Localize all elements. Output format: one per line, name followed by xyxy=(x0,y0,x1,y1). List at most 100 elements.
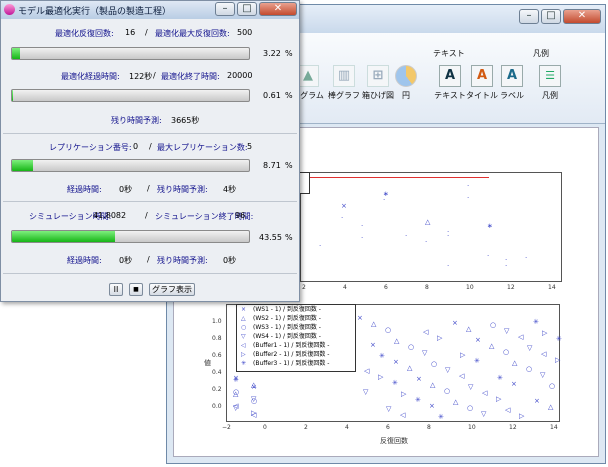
text-icon: A xyxy=(439,65,461,87)
upper-x-tick: 4 xyxy=(343,284,347,291)
data-point: ▷ xyxy=(496,395,502,403)
data-point: × xyxy=(511,380,517,388)
data-point: × xyxy=(416,375,422,383)
title-button[interactable]: A タイトル xyxy=(465,65,499,101)
percent-sign: % xyxy=(285,161,293,170)
data-point: × xyxy=(370,341,376,349)
legend-marker: × xyxy=(241,306,247,313)
data-point: ▷ xyxy=(401,390,407,398)
bar-chart-icon: ▥ xyxy=(333,65,355,87)
title-icon: A xyxy=(471,65,493,87)
graph-display-button[interactable]: グラフ表示 xyxy=(149,283,195,296)
data-point: ✳ xyxy=(379,352,385,360)
data-point: ▽ xyxy=(540,371,546,379)
dialog-title: モデル最適化実行（製品の製造工程） xyxy=(18,7,172,17)
data-point: △ xyxy=(233,390,239,398)
text-button[interactable]: A テキスト xyxy=(433,65,467,101)
replication-progress-percent: 8.71 xyxy=(263,161,281,170)
separator-slash: / xyxy=(153,71,156,80)
rep-elapsed-label: 経過時間: xyxy=(67,185,102,194)
data-point: ◁ xyxy=(364,367,370,375)
dialog-close-button[interactable]: ✕ xyxy=(259,2,297,16)
data-point: ▷ xyxy=(542,329,548,337)
legend-entry: ▽ (WS4 - 1) / 到反復回数 - xyxy=(237,332,355,341)
histogram-icon: ▲ xyxy=(297,65,319,87)
optimization-dialog: モデル最適化実行（製品の製造工程） – □ ✕ 最適化反復回数: 16 / 最適… xyxy=(0,0,300,302)
data-point: ▷ xyxy=(519,412,525,420)
data-point: × xyxy=(475,336,481,344)
data-point: ✳ xyxy=(497,374,503,382)
data-point: ○ xyxy=(503,348,510,356)
upper-x-tick: 2 xyxy=(302,284,306,291)
time-progress-bar xyxy=(11,89,250,102)
legend-label: (WS1 - 1) / 到反復回数 - xyxy=(253,306,321,313)
legend-label: (Buffer2 - 1) / 到反復回数 - xyxy=(253,351,330,358)
opt-iter-label: 最適化反復回数: xyxy=(55,29,114,38)
percent-sign: % xyxy=(285,49,293,58)
data-point: × xyxy=(341,202,347,210)
label-icon: A xyxy=(501,65,523,87)
separator-slash: / xyxy=(147,255,150,264)
data-point: ✳ xyxy=(233,376,239,384)
pie-button[interactable]: 円 xyxy=(389,65,423,101)
dialog-minimize-button[interactable]: – xyxy=(215,2,235,16)
bar-graph-label: 棒グラフ xyxy=(328,91,360,100)
lower-x-tick: 10 xyxy=(468,424,476,431)
upper-x-tick: 12 xyxy=(507,284,515,291)
simulation-progress-fill xyxy=(12,231,116,242)
legend-label: (WS2 - 1) / 到反復回数 - xyxy=(253,315,321,322)
upper-x-tick: 14 xyxy=(548,284,556,291)
legend-entry: ○ (WS3 - 1) / 到反復回数 - xyxy=(237,323,355,332)
data-point: ○ xyxy=(431,360,438,368)
data-point: ▷ xyxy=(378,373,384,381)
minimize-button[interactable]: – xyxy=(519,9,539,24)
elapsed-time-value: 122秒 xyxy=(129,72,153,81)
lower-x-tick: 4 xyxy=(345,424,349,431)
data-point: ○ xyxy=(444,387,451,395)
lower-y-tick: 0.4 xyxy=(212,369,222,376)
legend-button[interactable]: ☰ 凡例 xyxy=(533,65,567,101)
iteration-progress-fill xyxy=(12,48,20,59)
lower-x-tick: 14 xyxy=(550,424,558,431)
data-point: △ xyxy=(453,398,459,406)
lower-y-tick: 0.6 xyxy=(212,352,222,359)
remaining-time-label: 残り時間予測: xyxy=(111,116,162,125)
pause-button[interactable]: II xyxy=(109,283,123,296)
app-icon xyxy=(4,4,15,15)
close-button[interactable]: ✕ xyxy=(563,9,601,24)
time-progress-fill xyxy=(12,90,14,101)
section-divider xyxy=(3,273,297,274)
data-point: ◁ xyxy=(423,328,429,336)
simulation-progress-bar xyxy=(11,230,250,243)
label-button[interactable]: A ラベル xyxy=(495,65,529,101)
data-point: ▽ xyxy=(527,344,533,352)
replication-number-label: レプリケーション番号: xyxy=(49,143,132,152)
lower-x-tick: 12 xyxy=(509,424,517,431)
separator-slash: / xyxy=(145,211,148,220)
data-point: × xyxy=(452,319,458,327)
section-divider xyxy=(3,201,297,202)
data-point: ▽ xyxy=(363,388,369,396)
bar-graph-button[interactable]: ▥ 棒グラフ xyxy=(327,65,361,101)
data-point: ▽ xyxy=(468,383,474,391)
data-point: · xyxy=(425,238,428,246)
data-point: ▷ xyxy=(460,351,466,359)
lower-x-tick: 8 xyxy=(427,424,431,431)
stop-button[interactable]: ■ xyxy=(129,283,143,296)
stop-icon: ■ xyxy=(133,286,139,293)
legend-entry: ◁ (Buffer1 - 1) / 到反復回数 - xyxy=(237,341,355,350)
dialog-maximize-button[interactable]: □ xyxy=(237,2,257,16)
separator-slash: / xyxy=(149,142,152,151)
section-divider xyxy=(3,133,297,134)
end-time-label: 最適化終了時間: xyxy=(161,72,220,81)
data-point: · xyxy=(341,214,344,222)
maximize-button[interactable]: □ xyxy=(541,9,561,24)
data-point: ▽ xyxy=(386,405,392,413)
legend-label: (Buffer1 - 1) / 到反復回数 - xyxy=(253,342,330,349)
data-point: ○ xyxy=(467,404,474,412)
legend-marker: ✳ xyxy=(241,360,247,367)
legend-marker: △ xyxy=(241,315,246,322)
target-line xyxy=(301,177,489,178)
legend-icon: ☰ xyxy=(539,65,561,87)
replication-number-value: 0 xyxy=(133,142,139,151)
